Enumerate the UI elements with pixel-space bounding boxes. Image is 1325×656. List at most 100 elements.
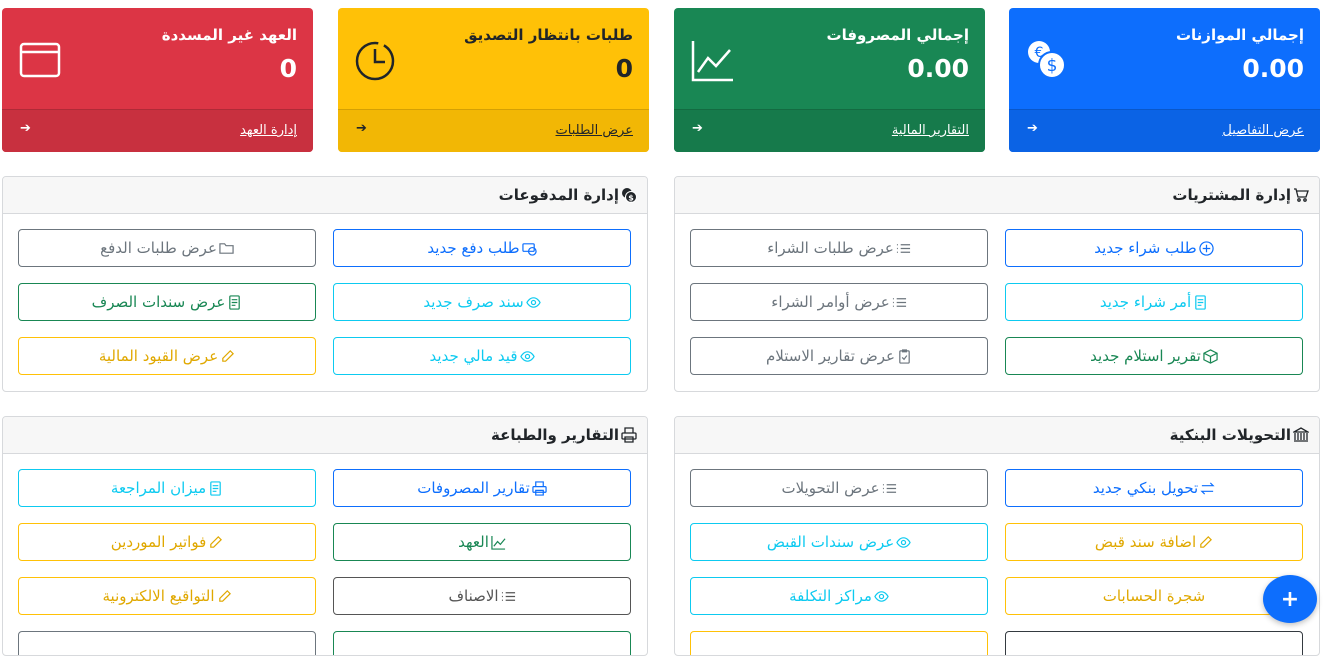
panel-header: إدارة المشتريات: [675, 177, 1319, 214]
arrow-left-icon: ➔: [692, 121, 703, 136]
view-transfers-button[interactable]: عرض التحويلات: [690, 469, 988, 507]
panel-title-text: إدارة المشتريات: [1172, 186, 1291, 204]
pencil-icon: [218, 589, 231, 602]
button-label: شجرة الحسابات: [1102, 587, 1206, 605]
view-receipt-vouchers-button[interactable]: عرض سندات القبض: [690, 523, 988, 561]
view-purchase-requests-button[interactable]: عرض طلبات الشراء: [690, 229, 988, 267]
new-purchase-request-button[interactable]: طلب شراء جديد: [1005, 229, 1303, 267]
eye-icon: [525, 296, 541, 308]
button-label: عرض تقارير الاستلام: [766, 347, 895, 365]
stat-footer: عرض التفاصيل ➔: [1009, 109, 1320, 152]
custody-report-button[interactable]: العهد: [333, 523, 631, 561]
arrow-left-right-icon: [1200, 481, 1215, 495]
button-label: عرض سندات القبض: [766, 533, 895, 551]
button-label: العهد: [458, 533, 489, 551]
button-label: تقارير المصروفات: [417, 479, 530, 497]
panel-title: $ إدارة المدفوعات: [499, 186, 637, 204]
line-chart-icon: [491, 535, 506, 550]
cash-coin-icon: [521, 242, 537, 256]
button-label: سند صرف جديد: [423, 293, 524, 311]
view-payment-requests-button[interactable]: عرض طلبات الدفع: [18, 229, 316, 267]
button-label: طلب دفع جديد: [427, 239, 520, 257]
view-requests-link[interactable]: عرض الطلبات: [556, 123, 633, 138]
clipboard-check-icon: [899, 348, 910, 364]
button-label: عرض القيود المالية: [98, 347, 219, 365]
coin-icon: $: [622, 188, 637, 203]
manage-custody-link[interactable]: إدارة العهد: [240, 123, 297, 138]
view-details-link[interactable]: عرض التفاصيل: [1222, 123, 1304, 138]
partially-visible-button[interactable]: [333, 631, 631, 655]
button-label: أمر شراء جديد: [1099, 293, 1192, 311]
button-label: تقرير استلام جديد: [1090, 347, 1201, 365]
arrow-left-icon: ➔: [20, 121, 31, 136]
list-icon: [892, 297, 906, 307]
stat-title: إجمالي المصروفات: [826, 26, 969, 44]
button-label: عرض أوامر الشراء: [771, 293, 890, 311]
panel-payments: $ إدارة المدفوعات طلب دفع جديد عرض طلبات…: [2, 176, 648, 392]
cart-icon: [1294, 188, 1309, 202]
partially-visible-button[interactable]: [690, 631, 988, 655]
expense-reports-button[interactable]: تقارير المصروفات: [333, 469, 631, 507]
panel-title-text: إدارة المدفوعات: [498, 186, 619, 204]
new-bank-transfer-button[interactable]: تحويل بنكي جديد: [1005, 469, 1303, 507]
button-label: تحويل بنكي جديد: [1092, 479, 1199, 497]
document-icon: [1195, 294, 1206, 310]
add-receipt-voucher-button[interactable]: اضافة سند قبض: [1005, 523, 1303, 561]
view-journal-entries-button[interactable]: عرض القيود المالية: [18, 337, 316, 375]
pencil-icon: [1200, 535, 1213, 548]
stat-value: 0.00: [907, 54, 969, 83]
receipt-icon: [229, 294, 241, 310]
arrow-left-icon: ➔: [1027, 121, 1038, 136]
list-icon: [896, 243, 910, 253]
view-purchase-orders-button[interactable]: عرض أوامر الشراء: [690, 283, 988, 321]
stat-card-budgets: إجمالي الموازنات 0.00 € $ عرض التفاصيل ➔: [1009, 8, 1320, 152]
pencil-icon: [210, 535, 223, 548]
view-receipt-reports-button[interactable]: عرض تقارير الاستلام: [690, 337, 988, 375]
categories-button[interactable]: الاصناف: [333, 577, 631, 615]
panel-purchases: إدارة المشتريات طلب شراء جديد عرض طلبات …: [674, 176, 1320, 392]
svg-text:$: $: [1047, 56, 1058, 76]
stat-value: 0.00: [1242, 54, 1304, 83]
clock-icon: [355, 41, 395, 81]
e-signatures-button[interactable]: التواقيع الالكترونية: [18, 577, 316, 615]
pencil-icon: [222, 349, 235, 362]
stat-card-expenses: إجمالي المصروفات 0.00 التقارير المالية ➔: [674, 8, 985, 152]
currency-exchange-icon: € $: [1028, 41, 1066, 79]
accounts-tree-button[interactable]: شجرة الحسابات: [1005, 577, 1303, 615]
partially-visible-button[interactable]: [1005, 631, 1303, 655]
panel-reports: التقارير والطباعة تقارير المصروفات ميزان…: [2, 416, 648, 656]
new-receipt-report-button[interactable]: تقرير استلام جديد: [1005, 337, 1303, 375]
financial-reports-link[interactable]: التقارير المالية: [892, 123, 969, 138]
new-expense-voucher-button[interactable]: سند صرف جديد: [333, 283, 631, 321]
stat-value: 0: [279, 54, 297, 83]
partially-visible-button[interactable]: [18, 631, 316, 655]
button-label: عرض سندات الصرف: [91, 293, 226, 311]
stat-footer: التقارير المالية ➔: [674, 109, 985, 152]
cost-centers-button[interactable]: مراكز التكلفة: [690, 577, 988, 615]
bank-icon: [1293, 427, 1309, 442]
panel-header: التحويلات البنكية: [675, 417, 1319, 454]
button-label: مراكز التكلفة: [789, 587, 872, 605]
printer-icon: [621, 427, 637, 443]
box-icon: [1203, 348, 1218, 364]
panel-header: $ إدارة المدفوعات: [3, 177, 647, 214]
new-payment-request-button[interactable]: طلب دفع جديد: [333, 229, 631, 267]
button-label: الاصناف: [448, 587, 499, 605]
document-icon: [210, 480, 221, 496]
button-label: التواقيع الالكترونية: [102, 587, 215, 605]
supplier-invoices-button[interactable]: فواتير الموردين: [18, 523, 316, 561]
view-expense-vouchers-button[interactable]: عرض سندات الصرف: [18, 283, 316, 321]
printer-icon: [532, 480, 547, 496]
new-journal-entry-button[interactable]: قيد مالي جديد: [333, 337, 631, 375]
button-label: ميزان المراجعة: [110, 479, 207, 497]
new-purchase-order-button[interactable]: أمر شراء جديد: [1005, 283, 1303, 321]
svg-text:$: $: [628, 194, 634, 203]
plus-circle-icon: [1199, 240, 1214, 256]
panel-bank-transfers: التحويلات البنكية تحويل بنكي جديد عرض ال…: [674, 416, 1320, 656]
floating-add-button[interactable]: +: [1263, 575, 1317, 623]
stat-footer: إدارة العهد ➔: [2, 109, 313, 152]
panel-title: التقارير والطباعة: [491, 426, 637, 444]
button-label: طلب شراء جديد: [1094, 239, 1197, 257]
panel-title: التحويلات البنكية: [1170, 426, 1309, 444]
trial-balance-button[interactable]: ميزان المراجعة: [18, 469, 316, 507]
